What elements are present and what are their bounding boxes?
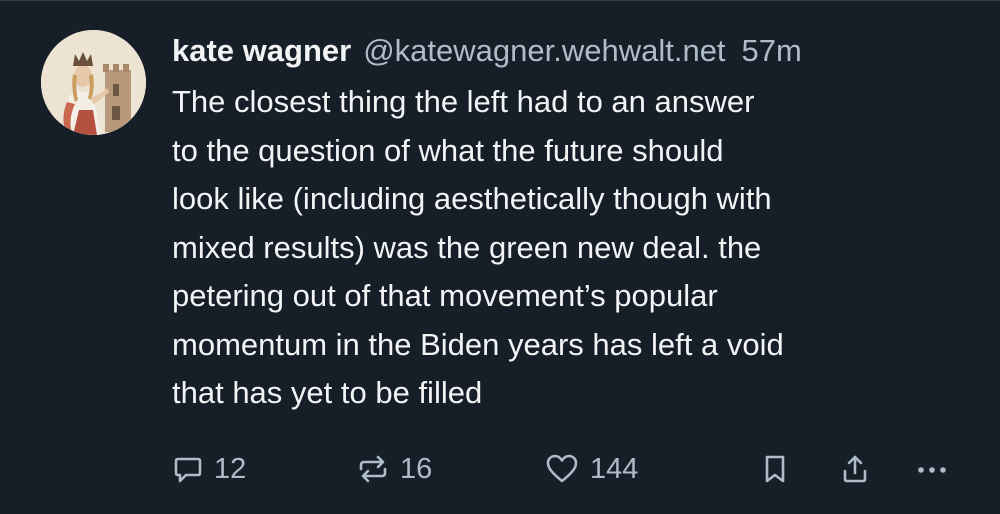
post-card[interactable]: kate wagner @katewagner.wehwalt.net 57m … xyxy=(0,0,1000,514)
ellipsis-icon xyxy=(918,467,946,473)
speech-bubble-icon xyxy=(174,457,202,483)
post-text-line: momentum in the Biden years has left a v… xyxy=(172,326,784,362)
share-icon xyxy=(843,455,867,483)
post-text-line: The closest thing the left had to an ans… xyxy=(172,84,755,119)
author-handle[interactable]: @katewagner.wehwalt.net xyxy=(363,25,725,77)
bookmark-button[interactable] xyxy=(760,449,790,489)
post-actions: 12 16 144 xyxy=(172,449,962,489)
avatar[interactable] xyxy=(41,30,146,135)
avatar-image xyxy=(41,30,146,135)
repost-arrows-icon xyxy=(359,455,387,483)
heart-icon xyxy=(546,454,578,483)
post-text-line: to the question of what the future shoul… xyxy=(172,132,724,168)
like-button[interactable]: 144 xyxy=(544,449,638,489)
post-text-line: look like (including aesthetically thoug… xyxy=(172,181,772,216)
more-options-button[interactable] xyxy=(914,449,950,489)
post-text-line: mixed results) was the green new deal. t… xyxy=(172,229,762,265)
repost-count: 16 xyxy=(400,452,433,485)
post-timestamp[interactable]: 57m xyxy=(742,25,802,77)
bookmark-icon xyxy=(765,455,785,483)
reply-button[interactable]: 12 xyxy=(172,449,246,489)
repost-button[interactable]: 16 xyxy=(356,449,432,489)
post-text-line: petering out of that movement’s popular xyxy=(172,278,718,313)
post-text: The closest thing the left had to an ans… xyxy=(172,78,982,418)
like-count: 144 xyxy=(590,452,639,485)
post-header: kate wagner @katewagner.wehwalt.net 57m xyxy=(172,25,982,77)
reply-count: 12 xyxy=(214,452,247,485)
post-content: kate wagner @katewagner.wehwalt.net 57m … xyxy=(172,25,982,418)
share-button[interactable] xyxy=(840,449,870,489)
author-display-name[interactable]: kate wagner xyxy=(172,25,351,77)
post-text-line: that has yet to be filled xyxy=(172,375,483,410)
